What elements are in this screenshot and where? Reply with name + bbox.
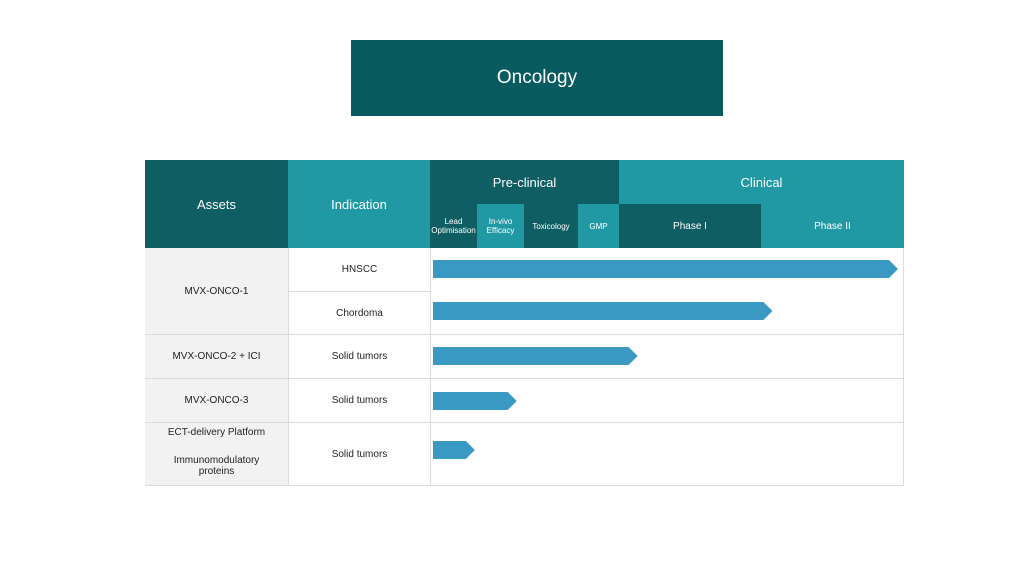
progress-arrow: [433, 392, 517, 410]
progress-arrow: [433, 441, 475, 459]
progress-arrow: [433, 347, 638, 365]
progress-bars: [433, 260, 898, 459]
progress-arrow: [433, 260, 898, 278]
progress-arrow: [433, 302, 773, 320]
